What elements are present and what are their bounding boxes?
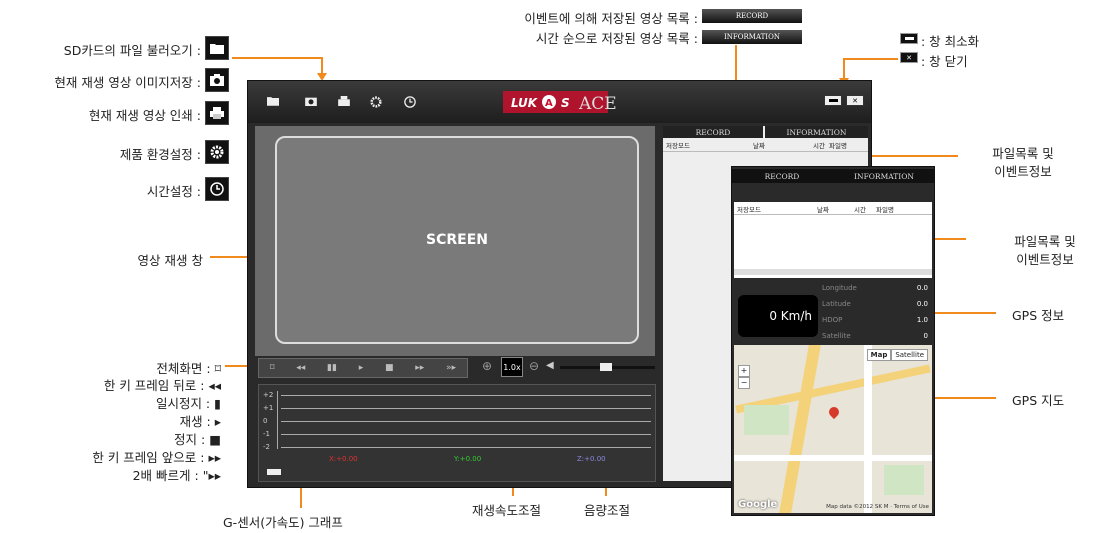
label-close: : 창 닫기 <box>921 54 968 69</box>
axis-label: -2 <box>263 443 270 451</box>
print-icon[interactable] <box>337 96 351 108</box>
tab-information[interactable]: INFORMATION <box>765 126 868 138</box>
google-logo: Google <box>738 499 778 510</box>
zoom-in-button[interactable]: + <box>738 365 750 377</box>
app-logo: LUK A S ACE <box>503 89 733 115</box>
svg-text:S: S <box>561 96 570 110</box>
map-copyright[interactable]: Map data ©2012 SK M · Terms of Use <box>826 504 929 510</box>
file-list: 저장모드 날짜 시간 파일명 <box>734 202 932 278</box>
clock-icon <box>205 177 229 201</box>
play-button[interactable]: ▸ <box>359 363 364 373</box>
zoom-in-icon[interactable]: ⊕ <box>482 359 492 373</box>
graph-scroll-knob[interactable] <box>267 469 281 475</box>
close-icon: ✕ <box>900 52 918 63</box>
speaker-icon: ◀ <box>546 360 554 371</box>
zoom-out-button[interactable]: − <box>738 377 750 389</box>
list-scrollbar[interactable] <box>734 269 932 275</box>
axis-label: 0 <box>263 417 268 425</box>
minimize-icon <box>900 33 918 44</box>
toolbar: LUK A S ACE ✕ <box>248 81 871 123</box>
camera-icon <box>205 68 229 92</box>
zoom-out-icon[interactable]: ⊖ <box>529 359 539 373</box>
record-button-sample: RECORD <box>702 9 802 23</box>
video-screen[interactable]: SCREEN <box>275 136 639 344</box>
label-pause: 일시정지 : ▮ <box>155 396 221 411</box>
close-button[interactable]: ✕ <box>846 95 864 106</box>
label-save-image: 현재 재생 영상 이미지저장 : <box>54 75 201 90</box>
gear-icon[interactable] <box>369 96 383 108</box>
axis-label: -1 <box>263 430 270 438</box>
label-settings: 제품 환경설정 : <box>119 147 201 162</box>
svg-text:A: A <box>545 98 553 109</box>
info-button-sample: INFORMATION <box>702 30 802 44</box>
x-readout: X:+0.00 <box>329 455 358 463</box>
folder-icon <box>205 36 229 60</box>
label-gps-info: GPS 정보 <box>1012 308 1065 323</box>
gps-panel: RECORD INFORMATION 저장모드 날짜 시간 파일명 0 Km/h… <box>731 166 935 516</box>
frame-forward-button[interactable]: ▸▸ <box>415 363 424 373</box>
location-pin-icon <box>826 404 842 420</box>
gps-map[interactable]: + − Map Satellite Google Map data ©2012 … <box>734 345 932 513</box>
svg-text:LUK: LUK <box>511 96 539 110</box>
gps-hdop: HDOP 1.0 <box>822 316 928 324</box>
speed-display: 1.0x <box>501 357 523 377</box>
clock-icon[interactable] <box>403 96 417 108</box>
y-readout: Y:+0.00 <box>454 455 482 463</box>
stop-button[interactable]: ■ <box>385 363 394 373</box>
axis-label: +2 <box>263 391 274 399</box>
gps-latitude: Latitude 0.0 <box>822 300 928 308</box>
label-record-list: 이벤트에 의해 저장된 영상 목록 : <box>524 11 698 26</box>
gps-longitude: Longitude 0.0 <box>822 284 928 292</box>
label-load-sd: SD카드의 파일 불러오기 : <box>63 43 201 58</box>
label-frame-back: 한 키 프레임 뒤로 : ◂◂ <box>103 378 221 393</box>
label-gsensor: G-센서(가속도) 그래프 <box>223 515 343 530</box>
tab-record[interactable]: RECORD <box>732 170 832 182</box>
video-area: SCREEN <box>255 126 655 356</box>
list-header: 저장모드 날짜 시간 파일명 <box>666 142 847 150</box>
camera-icon[interactable] <box>304 96 318 108</box>
playback-controls: ⌑ ◂◂ ▮▮ ▸ ■ ▸▸ »▸ <box>258 358 468 378</box>
label-play: 재생 : ▸ <box>179 414 221 429</box>
axis-label: +1 <box>263 404 274 412</box>
speed-readout: 0 Km/h <box>738 295 818 337</box>
gear-icon <box>205 140 229 164</box>
volume-knob[interactable] <box>600 363 612 371</box>
gsensor-graph: +2 +1 0 -1 -2 X:+0.00 Y:+0.00 Z:+0.00 <box>258 384 656 482</box>
label-filelist-2: 파일목록 및 이벤트정보 <box>1014 234 1076 267</box>
fullscreen-button[interactable]: ⌑ <box>270 363 275 373</box>
label-frame-forward: 한 키 프레임 앞으로 : ▸▸ <box>92 450 221 465</box>
label-gps-map: GPS 지도 <box>1012 393 1065 408</box>
satellite-button[interactable]: Satellite <box>891 349 928 361</box>
folder-icon[interactable] <box>266 96 280 108</box>
label-stop: 정지 : ■ <box>174 432 221 447</box>
label-print: 현재 재생 영상 인쇄 : <box>88 108 201 123</box>
label-screen: 영상 재생 창 <box>137 253 203 268</box>
print-icon <box>205 101 229 125</box>
pause-button[interactable]: ▮▮ <box>327 363 337 373</box>
fast-forward-button[interactable]: »▸ <box>446 363 456 373</box>
frame-back-button[interactable]: ◂◂ <box>296 363 305 373</box>
label-filelist-1: 파일목록 및 이벤트정보 <box>992 146 1054 179</box>
label-2x-fast: 2배 빠르게 : "▸▸ <box>132 468 221 483</box>
svg-text:ACE: ACE <box>578 94 617 114</box>
minimize-button[interactable] <box>824 95 842 106</box>
gps-satellite: Satellite 0 <box>822 332 928 340</box>
label-volume: 음량조절 <box>584 503 631 518</box>
label-info-list: 시간 순으로 저장된 영상 목록 : <box>535 31 698 46</box>
z-readout: Z:+0.00 <box>577 455 606 463</box>
map-button[interactable]: Map <box>866 349 892 361</box>
tab-information[interactable]: INFORMATION <box>834 170 934 182</box>
label-speed-control: 재생속도조절 <box>472 503 542 518</box>
tab-record[interactable]: RECORD <box>663 126 763 138</box>
label-minimize: : 창 최소화 <box>921 34 980 49</box>
label-time: 시간설정 : <box>146 184 201 199</box>
